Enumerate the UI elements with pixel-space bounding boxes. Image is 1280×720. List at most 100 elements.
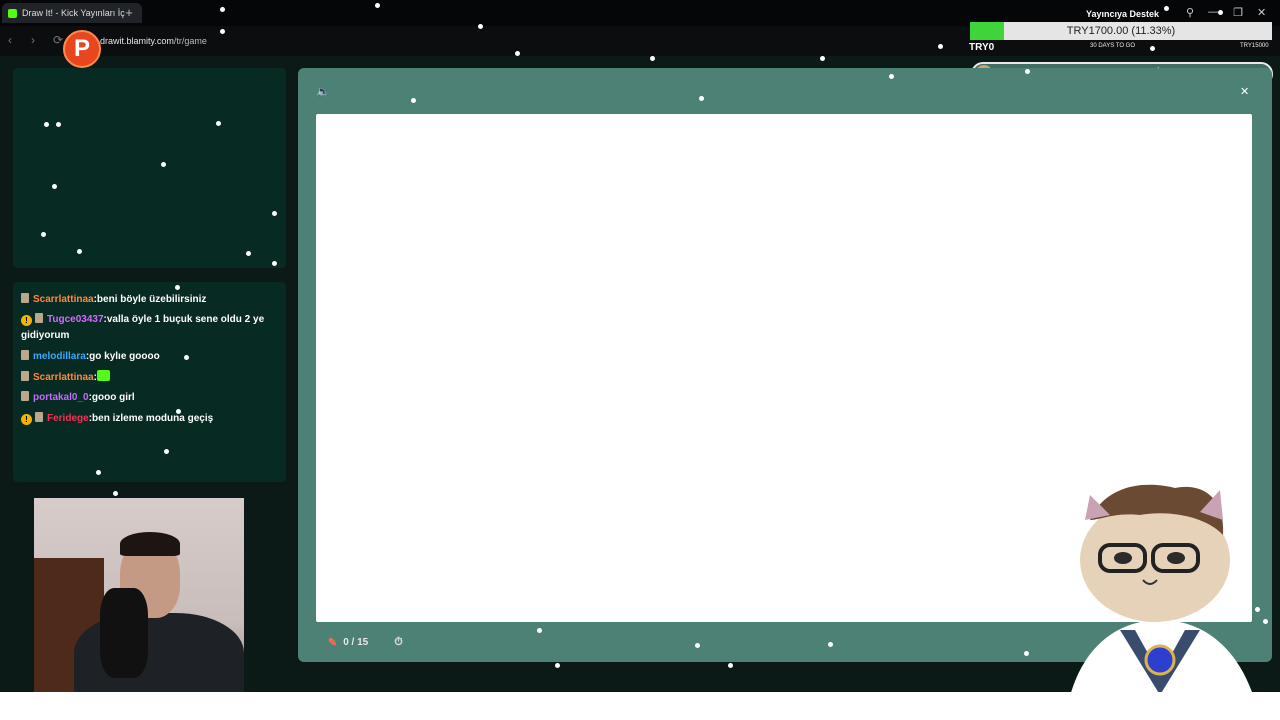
snowflake — [164, 449, 169, 454]
snowflake — [52, 184, 57, 189]
restore-icon[interactable]: ❐ — [1233, 6, 1243, 19]
snowflake — [272, 261, 277, 266]
round-progress: 0 / 15 — [343, 637, 369, 648]
webcam-prop — [100, 588, 148, 678]
webcam-person-hair — [120, 532, 180, 556]
snowflake — [1024, 651, 1029, 656]
snowflake — [1255, 607, 1260, 612]
snowflake — [1025, 69, 1030, 74]
donation-title: Yayıncıya Destek — [1086, 9, 1160, 19]
chat-text: :ben izleme moduna geçiş — [88, 413, 214, 424]
subscriber-badge-icon — [21, 391, 29, 401]
donation-days-left: 30 DAYS TO GO — [1090, 43, 1136, 49]
kick-favicon-icon — [8, 8, 17, 18]
snowflake — [96, 470, 101, 475]
subscriber-badge-icon — [21, 293, 29, 303]
chat-username[interactable]: Scarrlattinaa — [33, 294, 94, 305]
chat-message: melodillara:go kylıe goooo — [21, 349, 279, 365]
chat-username[interactable]: portakal0_0 — [33, 392, 89, 403]
subscriber-badge-icon — [21, 350, 29, 360]
gift-badge-icon: ! — [21, 315, 32, 326]
game-footer: ✎ 0 / 15 ⏱ — [328, 636, 403, 649]
snowflake — [820, 56, 825, 61]
snowflake — [515, 51, 520, 56]
snowflake — [220, 29, 225, 34]
snowflake — [77, 249, 82, 254]
donation-progress-bar: TRY1700.00 (11.33%) — [970, 22, 1272, 40]
chat-username[interactable]: Tugce03437 — [47, 314, 104, 325]
snowflake — [728, 663, 733, 668]
tab-title: Draw It! - Kick Yayınları İç — [22, 8, 125, 18]
snowflake — [44, 122, 49, 127]
close-icon[interactable]: ✕ — [1257, 6, 1266, 19]
snowflake — [56, 122, 61, 127]
snowflake — [184, 355, 189, 360]
snowflake — [555, 663, 560, 668]
new-tab-button[interactable]: + — [122, 6, 136, 20]
vtuber-cat-avatar — [1065, 484, 1260, 720]
snowflake — [1150, 46, 1155, 51]
chat-text: :go kylıe goooo — [85, 351, 160, 362]
browser-tab[interactable]: Draw It! - Kick Yayınları İç — [2, 3, 142, 23]
close-icon[interactable]: ✕ — [1240, 85, 1249, 98]
url-path: /tr/game — [173, 36, 207, 46]
snowflake — [1164, 6, 1169, 11]
chat-username[interactable]: Scarrlattinaa — [33, 372, 94, 383]
snowflake — [246, 251, 251, 256]
chat-message: portakal0_0:gooo girl — [21, 390, 279, 406]
snowflake — [272, 211, 277, 216]
url-host: drawit.blamity.com — [100, 36, 174, 46]
snowflake — [938, 44, 943, 49]
forward-icon[interactable]: › — [31, 33, 35, 47]
window-controls: ⚲ — ❐ ✕ — [1186, 6, 1266, 19]
snowflake — [411, 98, 416, 103]
pencil-icon: ✎ — [328, 637, 338, 649]
snowflake — [699, 96, 704, 101]
snowflake — [220, 7, 225, 12]
emote-icon — [96, 370, 110, 381]
subscriber-badge-icon — [35, 412, 43, 422]
chat-message: ! Feridege:ben izleme moduna geçiş — [21, 411, 279, 427]
chat-username[interactable]: Feridege — [47, 413, 89, 424]
snowflake — [176, 409, 181, 414]
chat-message: ! Tugce03437:valla öyle 1 buçuk sene oldu… — [21, 312, 279, 344]
chat-panel: Scarrlattinaa:beni böyle üzebilirsiniz !… — [13, 282, 286, 482]
snowflake — [889, 74, 894, 79]
snowflake — [113, 491, 118, 496]
search-icon[interactable]: ⚲ — [1186, 6, 1194, 19]
snowflake — [175, 285, 180, 290]
snowflake — [1218, 10, 1223, 15]
gift-badge-icon: ! — [21, 414, 32, 425]
top-left-panel — [13, 68, 286, 268]
snowflake — [161, 162, 166, 167]
snowflake — [1263, 619, 1268, 624]
webcam-feed — [34, 498, 244, 708]
snow-ground — [0, 692, 1280, 720]
donation-goal: TRY15000 — [1240, 43, 1269, 49]
reload-icon[interactable]: ⟳ — [53, 33, 63, 47]
snowflake — [828, 642, 833, 647]
chat-message: Scarrlattinaa:beni böyle üzebilirsiniz — [21, 292, 279, 308]
snowflake — [537, 628, 542, 633]
snowflake — [650, 56, 655, 61]
avatar-medal — [1144, 644, 1176, 676]
snowflake — [216, 121, 221, 126]
back-icon[interactable]: ‹ — [8, 33, 12, 47]
subscriber-badge-icon — [35, 313, 43, 323]
url-field[interactable]: drawit.blamity.com/tr/game — [100, 36, 207, 46]
channel-logo: P — [63, 30, 101, 68]
donation-current: TRY0 — [969, 42, 995, 53]
timer-icon: ⏱ — [394, 636, 403, 648]
chat-username[interactable]: melodillara — [33, 351, 86, 362]
snowflake — [695, 643, 700, 648]
chat-message: Scarrlattinaa: — [21, 370, 279, 386]
avatar-eye-right — [1167, 552, 1185, 564]
chat-text: :beni böyle üzebilirsiniz — [93, 294, 207, 305]
snowflake — [375, 3, 380, 8]
snowflake — [41, 232, 46, 237]
avatar-eye-left — [1114, 552, 1132, 564]
snowflake — [478, 24, 483, 29]
speaker-icon[interactable]: 🔈 — [316, 85, 330, 98]
subscriber-badge-icon — [21, 371, 29, 381]
chat-text: :gooo girl — [88, 392, 135, 403]
